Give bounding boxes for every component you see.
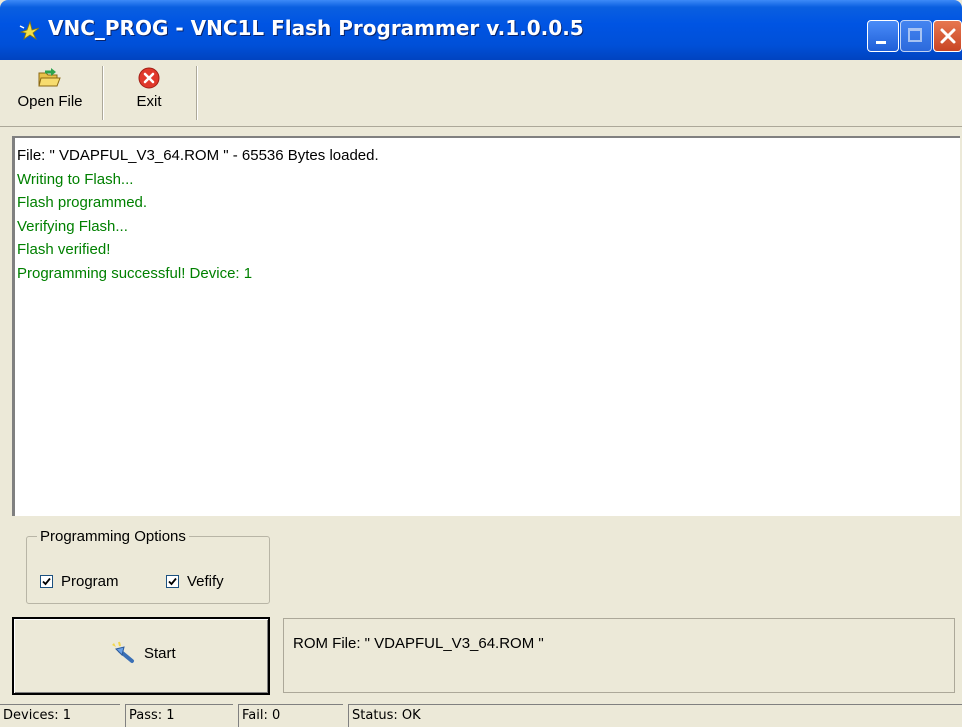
checkbox-box[interactable] (166, 574, 179, 588)
verify-checkbox[interactable]: Vefify (166, 571, 224, 591)
sparkle-icon (19, 20, 40, 41)
exit-label: Exit (136, 93, 162, 110)
status-state: Status: OK (348, 704, 962, 727)
toolbar: Open File Exit (0, 60, 962, 127)
exit-button[interactable]: Exit (120, 62, 178, 122)
minimize-button[interactable] (867, 20, 899, 52)
status-fail: Fail: 0 (238, 704, 343, 727)
log-line: Flash verified! (17, 241, 111, 259)
rom-file-text: ROM File: " VDAPFUL_V3_64.ROM " (293, 635, 544, 652)
checkmark-icon (168, 577, 177, 585)
log-output[interactable]: File: " VDAPFUL_V3_64.ROM " - 65536 Byte… (12, 136, 960, 516)
status-devices: Devices: 1 (0, 704, 120, 727)
program-checkbox[interactable]: Program (40, 571, 119, 591)
title-bar[interactable]: VNC_PROG - VNC1L Flash Programmer v.1.0.… (0, 0, 962, 60)
programming-options-legend: Programming Options (37, 528, 189, 545)
toolbar-separator (102, 66, 104, 120)
window-title: VNC_PROG - VNC1L Flash Programmer v.1.0.… (48, 16, 584, 40)
log-line: Writing to Flash... (17, 170, 134, 188)
rom-file-panel: ROM File: " VDAPFUL_V3_64.ROM " (283, 618, 955, 693)
log-line: Verifying Flash... (17, 217, 128, 235)
toolbar-separator (196, 66, 198, 120)
error-circle-icon (138, 67, 160, 89)
close-button[interactable] (933, 20, 962, 52)
status-pass: Pass: 1 (125, 704, 233, 727)
start-button[interactable]: Start (12, 617, 270, 695)
log-line: Flash programmed. (17, 194, 148, 212)
folder-open-icon (38, 68, 61, 87)
programming-options-group: Programming Options Program Vefify (26, 528, 270, 604)
close-icon (940, 28, 956, 44)
log-line: File: " VDAPFUL_V3_64.ROM " - 65536 Byte… (17, 147, 379, 164)
program-label: Program (61, 572, 119, 590)
checkmark-icon (42, 577, 51, 585)
log-line: Programming successful! Device: 1 (17, 264, 253, 282)
maximize-button[interactable] (900, 20, 932, 52)
open-file-label: Open File (17, 93, 83, 110)
wand-icon (112, 641, 134, 663)
verify-label: Vefify (187, 572, 224, 590)
checkbox-box[interactable] (40, 574, 53, 588)
status-bar: Devices: 1 Pass: 1 Fail: 0 Status: OK (0, 704, 962, 727)
open-file-button[interactable]: Open File (10, 62, 90, 122)
start-label: Start (144, 644, 176, 662)
